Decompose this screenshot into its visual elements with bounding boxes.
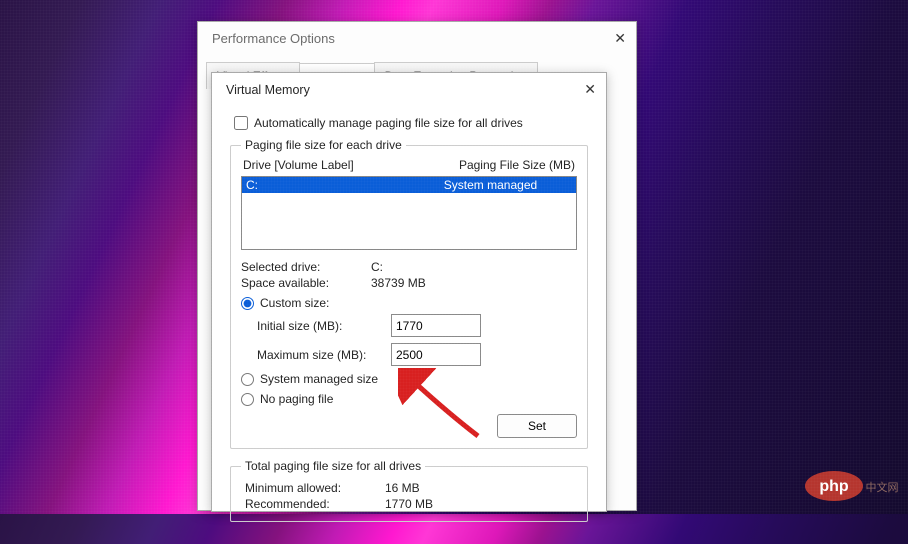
radio-no-paging-input[interactable] [241, 393, 254, 406]
set-button[interactable]: Set [497, 414, 577, 438]
auto-manage-checkbox-row[interactable]: Automatically manage paging file size fo… [234, 116, 588, 130]
performance-options-title: Performance Options [212, 31, 335, 46]
radio-custom-size-label: Custom size: [260, 296, 329, 310]
space-available-value: 38739 MB [371, 276, 577, 290]
maximum-size-label: Maximum size (MB): [257, 348, 387, 362]
close-icon[interactable]: ✕ [584, 81, 596, 98]
selected-drive-label: Selected drive: [241, 260, 371, 274]
radio-no-paging-label: No paging file [260, 392, 333, 406]
radio-custom-size[interactable]: Custom size: [241, 296, 577, 310]
svg-text:php: php [819, 478, 849, 495]
auto-manage-label: Automatically manage paging file size fo… [254, 116, 523, 130]
radio-custom-size-input[interactable] [241, 297, 254, 310]
minimum-allowed-value: 16 MB [385, 481, 577, 495]
auto-manage-checkbox[interactable] [234, 116, 248, 130]
performance-options-titlebar: Performance Options ✕ [198, 22, 636, 55]
totals-group: Total paging file size for all drives Mi… [230, 459, 588, 522]
space-available-label: Space available: [241, 276, 371, 290]
paging-file-group: Paging file size for each drive Drive [V… [230, 138, 588, 449]
close-icon[interactable]: ✕ [614, 30, 626, 47]
recommended-value: 1770 MB [385, 497, 577, 511]
virtual-memory-title: Virtual Memory [226, 83, 310, 97]
virtual-memory-titlebar: Virtual Memory ✕ [212, 73, 606, 106]
drive-row[interactable]: C: System managed [242, 177, 576, 193]
header-size: Paging File Size (MB) [459, 158, 575, 172]
recommended-label: Recommended: [245, 497, 385, 511]
drive-list[interactable]: C: System managed [241, 176, 577, 250]
selected-drive-info: Selected drive: C: Space available: 3873… [241, 260, 577, 290]
selected-drive-value: C: [371, 260, 577, 274]
php-watermark-icon: php 中文网 [804, 468, 902, 504]
header-drive: Drive [Volume Label] [243, 158, 354, 172]
radio-system-managed-input[interactable] [241, 373, 254, 386]
virtual-memory-dialog: Virtual Memory ✕ Automatically manage pa… [211, 72, 607, 512]
drive-list-headers: Drive [Volume Label] Paging File Size (M… [241, 156, 577, 174]
minimum-allowed-label: Minimum allowed: [245, 481, 385, 495]
radio-system-managed-label: System managed size [260, 372, 378, 386]
maximum-size-input[interactable] [391, 343, 481, 366]
initial-size-input[interactable] [391, 314, 481, 337]
initial-size-label: Initial size (MB): [257, 319, 387, 333]
drive-row-size: System managed [409, 178, 572, 192]
svg-text:中文网: 中文网 [866, 480, 899, 494]
radio-system-managed[interactable]: System managed size [241, 372, 577, 386]
radio-no-paging[interactable]: No paging file [241, 392, 577, 406]
totals-legend: Total paging file size for all drives [241, 459, 425, 473]
drive-row-drive: C: [246, 178, 409, 192]
paging-file-legend: Paging file size for each drive [241, 138, 406, 152]
